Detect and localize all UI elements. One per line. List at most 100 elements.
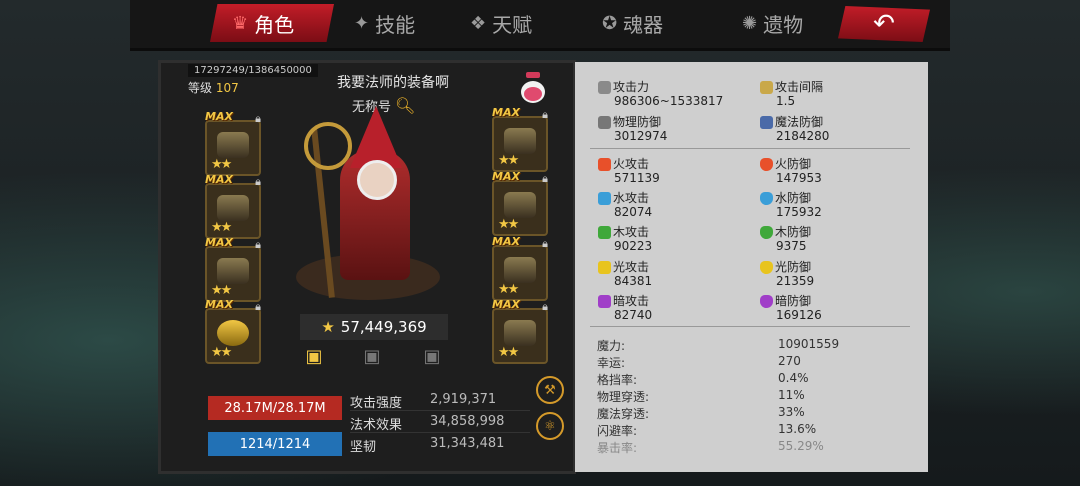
crown-icon: ♛ [232,12,249,34]
tab-talent[interactable]: ❖ 天赋 [470,6,532,40]
hero-face [357,160,397,200]
refine-button[interactable]: ⚒ [536,376,564,404]
stat-dark-atk: 暗攻击 82740 [598,294,652,322]
stat-label: 木攻击 [613,225,650,239]
divider [350,410,530,411]
stat-value: 175932 [776,205,822,219]
refine-icon: ⚒ [544,382,556,398]
level-label: 等级 [188,81,213,95]
max-badge: MAX [492,170,520,183]
stat-water-def: 水防御 175932 [760,191,822,219]
tab-character[interactable]: ♛ 角色 [232,6,294,40]
divider [590,326,910,327]
gloves-icon [504,257,536,283]
stat-attack: 攻击力 986306~1533817 [598,80,723,108]
equip-slot-right-2[interactable]: MAX 🔒︎ ★★ [492,170,548,236]
equip-slot-left-4[interactable]: MAX 🔒︎ ★★ [205,298,261,364]
lock-icon: 🔒︎ [542,108,548,121]
fire-shield-icon [760,157,773,171]
stat-label: 攻击间隔 [775,80,824,94]
wood-shield-icon [760,225,773,239]
sword-icon [598,80,611,94]
equip-slot-left-3[interactable]: MAX 🔒︎ ★★ [205,236,261,302]
equip-slot-right-4[interactable]: MAX 🔒︎ ★★ [492,298,548,364]
star-rating: ★★ [498,153,519,168]
hp-bar: 28.17M/28.17M [208,396,342,420]
boots-icon [504,192,536,218]
back-arrow-icon: ↶ [873,9,895,39]
stat-fire-def: 火防御 147953 [760,157,822,185]
stat-label: 暗防御 [775,294,812,308]
stat-value: 21359 [776,274,815,288]
wood-icon [598,225,611,239]
lock-icon: 🔒︎ [255,300,261,313]
tab-soul[interactable]: ✪ 魂器 [602,6,663,40]
stat-wood-atk: 木攻击 90223 [598,225,652,253]
potion-icon[interactable] [518,70,548,104]
max-badge: MAX [492,106,520,119]
attribute-button[interactable]: ⚛ [536,412,564,440]
star-rating: ★★ [498,217,519,232]
stat-value: 169126 [776,308,822,322]
max-badge: MAX [492,298,520,311]
equip-slot-right-3[interactable]: MAX 🔒︎ ★★ [492,235,548,301]
equip-slot-left-1[interactable]: MAX 🔒︎ ★★ [205,110,261,176]
stat-light-def: 光防御 21359 [760,260,814,288]
base-stat-row: 法术效果 34,858,998 [350,414,530,434]
armor-set-tab-3[interactable]: ▣ [418,346,446,370]
divider [590,148,910,149]
skill-icon: ✦ [354,12,370,34]
armor-icon: ▣ [305,346,323,367]
stat-label: 物理防御 [613,115,662,129]
shoulder-icon [504,128,536,154]
lock-icon: 🔒︎ [255,112,261,125]
misc-stat-label: 物理穿透: [597,390,650,404]
stat-wood-def: 木防御 9375 [760,225,811,253]
level-display: 等级 107 [188,79,239,96]
misc-stat-label: 魔力: [597,339,626,353]
max-badge: MAX [205,298,233,311]
armor-icon: ▣ [423,346,441,367]
armor-set-tab-2[interactable]: ▣ [358,346,386,370]
tab-relic[interactable]: ✺ 遗物 [742,6,803,40]
stat-label: 水防御 [775,191,812,205]
back-button[interactable]: ↶ [838,6,930,42]
tab-label: 技能 [375,12,416,37]
light-icon [598,260,611,274]
belt-icon [504,320,536,346]
star-rating: ★★ [211,220,232,235]
weapon-icon [217,195,249,221]
tab-skills[interactable]: ✦ 技能 [354,6,415,40]
fire-icon [598,157,611,171]
equip-slot-right-1[interactable]: MAX 🔒︎ ★★ [492,106,548,172]
axe-icon [217,258,249,284]
lock-icon: 🔒︎ [542,172,548,185]
misc-stat-label: 魔法穿透: [597,407,650,421]
misc-stat-value: 0.4% [778,371,809,385]
armor-set-tab-1[interactable]: ▣ [300,346,328,370]
stat-value: 9375 [776,239,807,253]
dark-icon [598,294,611,308]
max-badge: MAX [205,110,233,123]
stat-value: 147953 [776,171,822,185]
stat-magic-def: 魔法防御 2184280 [760,115,829,143]
tab-label: 角色 [254,12,295,37]
magic-shield-icon [760,115,773,129]
tab-label: 天赋 [492,12,533,37]
water-shield-icon [760,191,773,205]
lock-icon: 🔒︎ [542,237,548,250]
shield-icon [598,115,611,129]
stat-value: 90223 [614,239,653,253]
max-badge: MAX [492,235,520,248]
stat-value: 1.5 [776,94,796,108]
lock-icon: 🔒︎ [255,238,261,251]
stat-label: 光攻击 [613,260,650,274]
misc-stat-value: 270 [778,354,801,368]
equip-slot-left-2[interactable]: MAX 🔒︎ ★★ [205,173,261,239]
stat-value: 2184280 [776,129,830,143]
armor-icon: ▣ [363,346,381,367]
stat-label: 水攻击 [613,191,650,205]
level-value: 107 [215,81,239,95]
soul-icon: ✪ [602,12,618,34]
misc-stat-label: 格挡率: [597,373,638,387]
